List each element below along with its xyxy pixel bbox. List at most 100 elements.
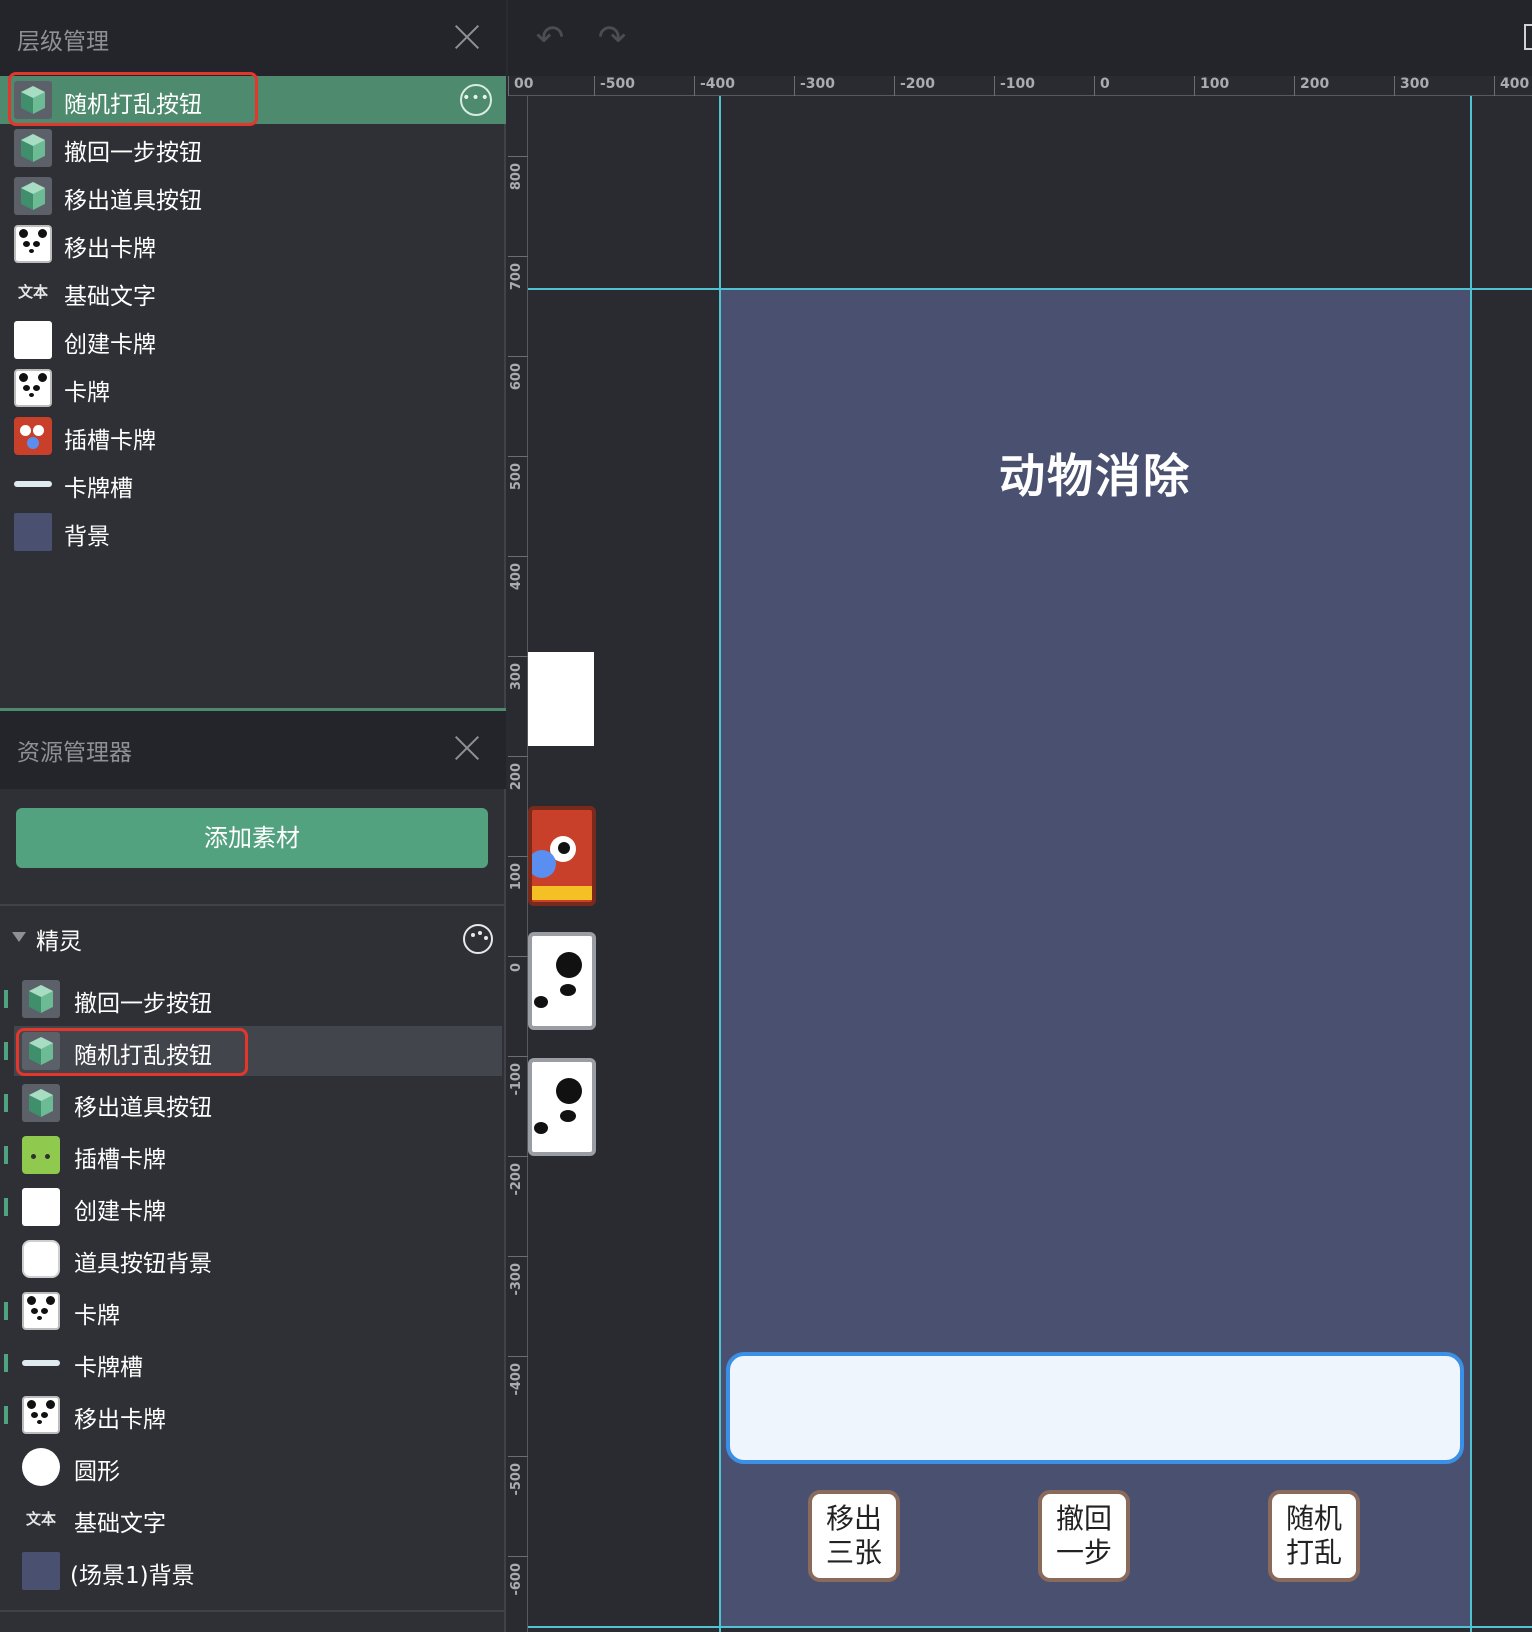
white-square-icon [22,1188,60,1226]
divider [0,904,506,906]
bar-icon [22,1344,60,1382]
asset-item-remove-card[interactable]: 移出卡牌 [0,1390,506,1440]
circle-icon [22,1448,60,1486]
used-indicator [4,1042,8,1060]
asset-item-card-slot[interactable]: 卡牌槽 [0,1338,506,1388]
hierarchy-item-slot-card[interactable]: 插槽卡牌 [0,412,506,460]
used-indicator [4,1146,8,1164]
hierarchy-item-label: 移出卡牌 [64,236,156,262]
asset-item-remove-prop-button[interactable]: 移出道具按钮 [0,1078,506,1128]
ruler-tick-label: 400 [1500,76,1530,92]
ruler-tick: 0 [1094,76,1110,96]
toolbar-edge-icon[interactable] [1524,24,1532,50]
ruler-tick-label: -100 [509,1063,524,1096]
white-square-icon [14,321,52,359]
asset-item-scene-background[interactable]: (场景1)背景 [0,1546,506,1596]
close-icon[interactable] [454,24,480,50]
remove-three-button[interactable]: 移出 三张 [808,1490,900,1582]
ruler-tick: 700 [508,256,528,290]
ruler-tick: -200 [508,1156,528,1196]
panda-eye-shape [560,984,576,996]
panda-nose-shape [534,1122,548,1134]
undo-step-button[interactable]: 撤回 一步 [1038,1490,1130,1582]
asset-item-slot-card[interactable]: 插槽卡牌 [0,1130,506,1180]
more-options-icon[interactable]: ••• [460,84,492,116]
asset-item-card[interactable]: 卡牌 [0,1286,506,1336]
button-text-line: 随机 [1285,1502,1342,1535]
asset-item-create-card[interactable]: 创建卡牌 [0,1182,506,1232]
hierarchy-item-card[interactable]: 卡牌 [0,364,506,412]
hierarchy-item-remove-prop-button[interactable]: 移出道具按钮 [0,172,506,220]
ruler-tick-label: 300 [509,663,524,691]
panda-nose-shape [534,996,548,1008]
hierarchy-item-basic-text[interactable]: 文本 基础文字 [0,268,506,316]
button-text-line: 撤回 [1055,1502,1112,1535]
ruler-tick: 600 [508,356,528,390]
asset-item-undo-button[interactable]: 撤回一步按钮 [0,974,506,1024]
ruler-tick: -300 [508,1256,528,1296]
divider [0,1610,506,1612]
hierarchy-item-label: 卡牌 [64,380,110,406]
horizontal-ruler: 00 -500 -400 -300 -200 -100 0 100 200 30… [508,76,1532,96]
add-asset-button[interactable]: 添加素材 [16,808,488,868]
ruler-tick-label: 100 [509,863,524,891]
button-text-line: 一步 [1055,1536,1112,1569]
redo-icon[interactable]: ↷ [594,20,630,56]
card-slot-bar[interactable] [726,1352,1464,1464]
close-icon[interactable] [454,735,480,761]
ruler-tick-label: -500 [600,76,636,92]
asset-item-basic-text[interactable]: 文本 基础文字 [0,1494,506,1544]
slot-card-sprite[interactable] [528,806,596,906]
stage-background[interactable]: 动物消除 移出 三张 撤回 一步 随机 打乱 [720,290,1470,1628]
ruler-tick-label: -200 [900,76,936,92]
game-title-text[interactable]: 动物消除 [720,440,1470,506]
palette-icon[interactable] [463,924,493,954]
ruler-tick: 400 [508,556,528,590]
asset-item-label: 圆形 [74,1459,120,1485]
asset-item-label: 插槽卡牌 [74,1147,166,1173]
hierarchy-item-undo-button[interactable]: 撤回一步按钮 [0,124,506,172]
ruler-tick-label: -400 [700,76,736,92]
ruler-tick-label: 00 [514,76,534,92]
guide-line [719,96,721,1632]
ruler-tick: -100 [508,1056,528,1096]
rounded-square-icon [22,1240,60,1278]
card-sprite[interactable] [528,932,596,1030]
text-icon: 文本 [17,283,48,301]
ruler-tick: 800 [508,156,528,190]
asset-item-prop-button-background[interactable]: 道具按钮背景 [0,1234,506,1284]
scene-canvas[interactable]: ↶ ↷ 00 -500 -400 -300 -200 -100 0 100 20… [508,0,1532,1632]
hierarchy-item-remove-card[interactable]: 移出卡牌 [0,220,506,268]
ruler-tick-label: 200 [509,763,524,791]
cube-icon [14,177,52,215]
vertical-ruler: 800 700 600 500 400 300 200 100 0 -100 -… [508,96,528,1632]
stripe-shape [532,886,592,900]
create-card-sprite[interactable] [528,652,594,746]
ruler-tick: -600 [508,1556,528,1596]
remove-card-sprite[interactable] [528,1058,596,1156]
collapse-triangle-icon[interactable] [12,932,26,942]
text-icon: 文本 [25,1510,56,1528]
shuffle-button[interactable]: 随机 打乱 [1268,1490,1360,1582]
asset-item-label: 创建卡牌 [74,1199,166,1225]
hierarchy-item-card-slot[interactable]: 卡牌槽 [0,460,506,508]
ruler-tick: 300 [508,656,528,690]
asset-item-label: 卡牌槽 [74,1355,143,1381]
used-indicator [4,1406,8,1424]
ruler-tick-label: 400 [509,563,524,591]
asset-item-circle[interactable]: 圆形 [0,1442,506,1492]
hierarchy-item-label: 基础文字 [64,284,156,310]
guide-line [528,1626,1532,1628]
background-swatch-icon [14,513,52,551]
ruler-tick: -300 [794,76,835,96]
highlight-annotation [8,72,258,126]
hierarchy-item-label: 移出道具按钮 [64,188,202,214]
sprite-section-label[interactable]: 精灵 [36,922,82,956]
canvas-toolbar: ↶ ↷ [508,0,1532,76]
button-text-line: 三张 [825,1536,882,1569]
ruler-tick-label: 600 [509,363,524,391]
undo-icon[interactable]: ↶ [532,20,568,56]
ruler-tick-label: 0 [1100,76,1110,92]
hierarchy-item-create-card[interactable]: 创建卡牌 [0,316,506,364]
hierarchy-item-background[interactable]: 背景 [0,508,506,556]
